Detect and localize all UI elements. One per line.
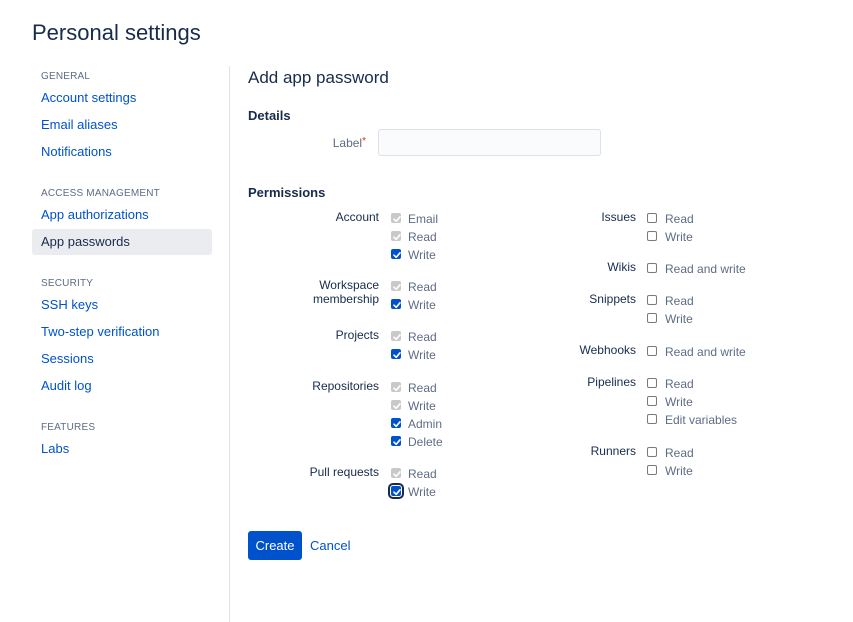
checkbox-account-write[interactable]	[391, 249, 401, 259]
option-label-runners-read: Read	[665, 446, 694, 460]
perm-group-label-wikis: Wikis	[607, 260, 636, 274]
perm-group-label-webhooks: Webhooks	[579, 343, 636, 357]
label-field-text: Label	[332, 136, 363, 150]
perm-group-label-runners: Runners	[590, 444, 636, 458]
checkbox-runners-write[interactable]	[647, 465, 657, 475]
perm-group-label-issues: Issues	[601, 210, 636, 224]
perm-group-label-account: Account	[335, 210, 379, 224]
checkbox-workspace-membership-write[interactable]	[391, 299, 401, 309]
sidebar-item-ssh-keys[interactable]: SSH keys	[32, 292, 212, 318]
checkbox-snippets-read[interactable]	[647, 295, 657, 305]
checkbox-pipelines-write[interactable]	[647, 396, 657, 406]
option-label-webhooks-read-and-write: Read and write	[665, 345, 746, 359]
sidebar-item-two-step-verification[interactable]: Two-step verification	[32, 319, 212, 345]
option-label-pipelines-read: Read	[665, 377, 694, 391]
option-label-projects-read: Read	[408, 330, 437, 344]
option-label-repositories-admin: Admin	[408, 417, 443, 431]
required-mark: *	[362, 136, 366, 147]
sidebar-item-app-authorizations[interactable]: App authorizations	[32, 202, 212, 228]
sidebar-item-email-aliases[interactable]: Email aliases	[32, 112, 212, 138]
form-title: Add app password	[248, 68, 389, 87]
checkbox-pull-requests-write[interactable]	[388, 483, 404, 499]
perm-group-label-snippets: Snippets	[589, 292, 636, 306]
option-label-repositories-write: Write	[408, 399, 436, 413]
option-label-account-read: Read	[408, 230, 437, 244]
sidebar-heading-security: SECURITY	[41, 278, 94, 289]
option-label-workspace-membership-write: Write	[408, 298, 436, 312]
checkbox-pipelines-edit-variables[interactable]	[647, 414, 657, 424]
option-label-pull-requests-write: Write	[408, 485, 436, 499]
checkbox-wikis-read-and-write[interactable]	[647, 263, 657, 273]
permissions-heading: Permissions	[248, 185, 326, 200]
cancel-link[interactable]: Cancel	[310, 538, 350, 553]
sidebar-item-sessions[interactable]: Sessions	[32, 346, 212, 372]
checkbox-runners-read[interactable]	[647, 447, 657, 457]
option-label-projects-write: Write	[408, 348, 436, 362]
option-label-pull-requests-read: Read	[408, 467, 437, 481]
checkbox-repositories-read	[391, 382, 401, 392]
checkbox-account-email	[391, 213, 401, 223]
sidebar-item-notifications[interactable]: Notifications	[32, 139, 212, 165]
details-heading: Details	[248, 108, 291, 123]
sidebar-item-audit-log[interactable]: Audit log	[32, 373, 212, 399]
checkbox-issues-write[interactable]	[647, 231, 657, 241]
sidebar-item-app-passwords[interactable]: App passwords	[32, 229, 212, 255]
checkbox-workspace-membership-read	[391, 281, 401, 291]
checkbox-issues-read[interactable]	[647, 213, 657, 223]
option-label-runners-write: Write	[665, 464, 693, 478]
perm-group-label-repositories: Repositories	[312, 379, 379, 393]
page-title: Personal settings	[32, 20, 201, 45]
perm-group-label-pipelines: Pipelines	[587, 375, 636, 389]
checkbox-projects-read	[391, 331, 401, 341]
checkbox-pipelines-read[interactable]	[647, 378, 657, 388]
checkbox-account-read	[391, 231, 401, 241]
checkbox-webhooks-read-and-write[interactable]	[647, 346, 657, 356]
option-label-repositories-read: Read	[408, 381, 437, 395]
option-label-issues-read: Read	[665, 212, 694, 226]
sidebar-heading-features: FEATURES	[41, 422, 96, 433]
label-field-label: Label*	[300, 136, 366, 150]
sidebar-heading-access-management: ACCESS MANAGEMENT	[41, 188, 160, 199]
option-label-pipelines-edit-variables: Edit variables	[665, 413, 738, 427]
perm-group-label-line: membership	[312, 292, 379, 306]
option-label-issues-write: Write	[665, 230, 693, 244]
option-label-account-email: Email	[408, 212, 439, 226]
option-label-wikis-read-and-write: Read and write	[665, 262, 746, 276]
option-label-workspace-membership-read: Read	[408, 280, 437, 294]
vertical-divider	[229, 66, 230, 622]
checkbox-projects-write[interactable]	[391, 349, 401, 359]
sidebar-item-account-settings[interactable]: Account settings	[32, 85, 212, 111]
perm-group-label-workspace-membership: Workspace membership	[313, 278, 379, 306]
option-label-repositories-delete: Delete	[408, 435, 443, 449]
checkbox-snippets-write[interactable]	[647, 313, 657, 323]
label-input[interactable]	[378, 129, 601, 156]
option-label-pipelines-write: Write	[665, 395, 693, 409]
perm-group-label-pull-requests: Pull requests	[309, 465, 379, 479]
create-button[interactable]: Create	[248, 531, 302, 560]
option-label-account-write: Write	[408, 248, 436, 262]
option-label-snippets-read: Read	[665, 294, 694, 308]
perm-group-label-line: Workspace	[319, 278, 379, 292]
checkbox-repositories-delete[interactable]	[391, 436, 401, 446]
sidebar-item-labs[interactable]: Labs	[32, 436, 212, 462]
checkbox-repositories-admin[interactable]	[391, 418, 401, 428]
sidebar-heading-general: GENERAL	[41, 71, 91, 82]
checkbox-pull-requests-read	[391, 468, 401, 478]
perm-group-label-projects: Projects	[335, 328, 379, 342]
option-label-snippets-write: Write	[665, 312, 693, 326]
checkbox-repositories-write	[391, 400, 401, 410]
